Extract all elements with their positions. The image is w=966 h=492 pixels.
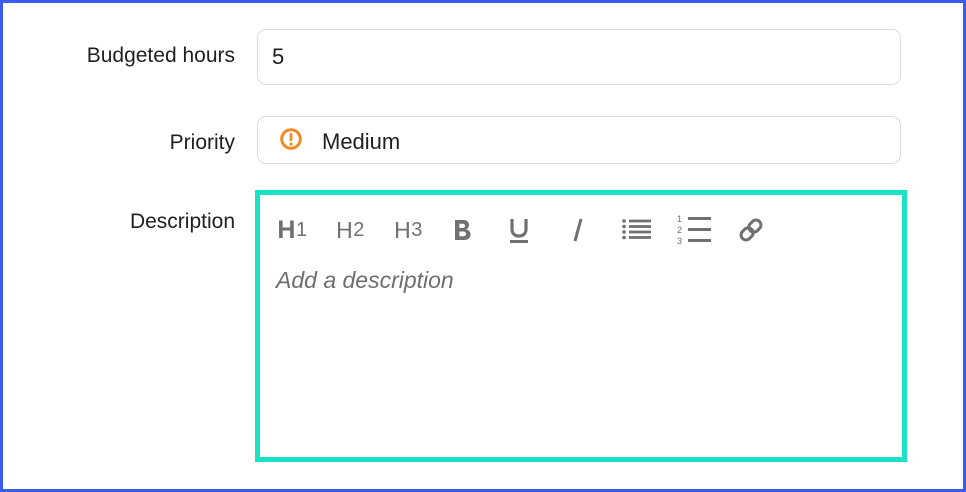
priority-value: Medium bbox=[322, 129, 401, 154]
description-placeholder: Add a description bbox=[276, 267, 454, 293]
numbered-list-icon[interactable]: 1 2 3 bbox=[676, 213, 714, 247]
italic-icon[interactable] bbox=[563, 213, 593, 247]
heading-3-letter: H bbox=[394, 216, 411, 243]
heading-1-letter: H bbox=[277, 215, 295, 244]
heading-1-icon[interactable]: H1 bbox=[272, 213, 312, 247]
heading-1-number: 1 bbox=[295, 218, 307, 241]
heading-3-number: 3 bbox=[411, 218, 422, 241]
svg-text:1: 1 bbox=[677, 214, 682, 224]
form-panel: Budgeted hours 5 Priority Medium Descrip… bbox=[0, 0, 966, 492]
budgeted-hours-label: Budgeted hours bbox=[86, 44, 235, 67]
description-editor[interactable]: H1 H2 H3 1 2 3 Add a description bbox=[255, 190, 907, 462]
heading-2-letter: H bbox=[336, 216, 353, 243]
heading-2-number: 2 bbox=[353, 218, 364, 241]
priority-label: Priority bbox=[169, 131, 235, 154]
svg-text:2: 2 bbox=[677, 225, 682, 235]
bold-icon[interactable] bbox=[447, 213, 477, 247]
alert-circle-icon bbox=[280, 128, 302, 150]
bulleted-list-icon[interactable] bbox=[618, 213, 656, 247]
budgeted-hours-input[interactable]: 5 bbox=[257, 29, 901, 85]
heading-3-icon[interactable]: H3 bbox=[388, 213, 428, 247]
priority-select[interactable]: Medium bbox=[257, 116, 901, 164]
link-icon[interactable] bbox=[734, 213, 768, 247]
svg-text:3: 3 bbox=[677, 236, 682, 246]
description-label: Description bbox=[129, 210, 235, 233]
budgeted-hours-value: 5 bbox=[272, 44, 285, 69]
heading-2-icon[interactable]: H2 bbox=[330, 213, 370, 247]
underline-icon[interactable] bbox=[504, 213, 534, 247]
